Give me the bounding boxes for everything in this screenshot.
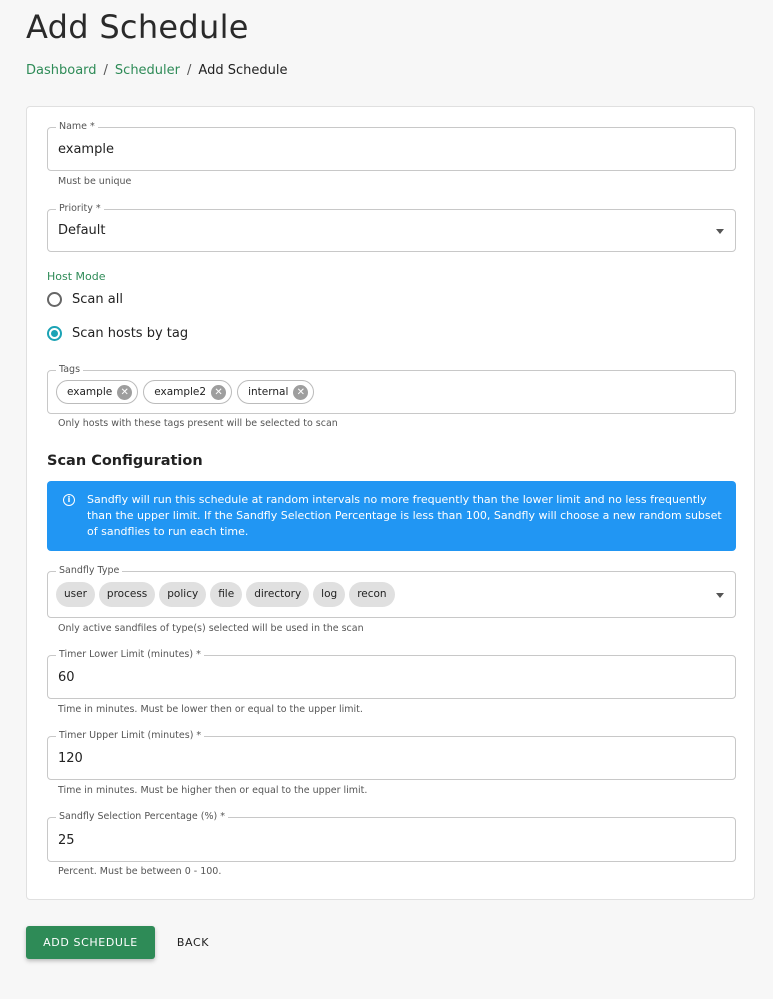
add-schedule-button[interactable]: ADD SCHEDULE xyxy=(26,926,155,959)
sandfly-type-chip[interactable]: log xyxy=(313,582,346,607)
tag-chip[interactable]: internal ✕ xyxy=(237,380,315,404)
timer-lower-helper: Time in minutes. Must be lower then or e… xyxy=(58,704,363,715)
sandfly-type-chip[interactable]: directory xyxy=(246,582,310,607)
back-button[interactable]: BACK xyxy=(168,926,218,959)
info-alert: i Sandfly will run this schedule at rand… xyxy=(47,481,736,551)
dropdown-caret-icon[interactable] xyxy=(716,593,724,598)
sandfly-type-chip[interactable]: recon xyxy=(349,582,395,607)
page-title: Add Schedule xyxy=(26,8,249,46)
tag-chip-label: example xyxy=(67,386,113,398)
name-input[interactable]: Name * example xyxy=(47,121,736,171)
tag-chips: example ✕ example2 ✕ internal ✕ xyxy=(56,380,315,404)
selection-percentage-value[interactable]: 25 xyxy=(58,833,75,848)
name-value[interactable]: example xyxy=(58,142,114,157)
timer-upper-helper: Time in minutes. Must be higher then or … xyxy=(58,785,368,796)
timer-upper-input[interactable]: Timer Upper Limit (minutes) * 120 xyxy=(47,730,736,780)
scan-configuration-heading: Scan Configuration xyxy=(47,453,203,469)
selection-percentage-input[interactable]: Sandfly Selection Percentage (%) * 25 xyxy=(47,811,736,862)
timer-lower-input[interactable]: Timer Lower Limit (minutes) * 60 xyxy=(47,649,736,699)
schedule-form-card: Name * example Must be unique Priority *… xyxy=(26,106,755,900)
radio-checked-icon[interactable] xyxy=(47,326,62,341)
sandfly-type-chip[interactable]: process xyxy=(98,582,156,607)
breadcrumb: Dashboard / Scheduler / Add Schedule xyxy=(26,63,287,78)
timer-lower-label: Timer Lower Limit (minutes) * xyxy=(56,649,204,661)
tags-label: Tags xyxy=(56,364,84,376)
sandfly-type-chip[interactable]: file xyxy=(210,582,243,607)
dropdown-caret-icon[interactable] xyxy=(716,229,724,234)
name-helper: Must be unique xyxy=(58,176,132,187)
radio-scan-by-tag[interactable]: Scan hosts by tag xyxy=(47,326,188,341)
name-label: Name * xyxy=(56,121,98,133)
breadcrumb-dashboard-link[interactable]: Dashboard xyxy=(26,63,97,78)
breadcrumb-current: Add Schedule xyxy=(198,63,288,78)
close-circle-icon[interactable]: ✕ xyxy=(293,384,309,400)
sandfly-type-helper: Only active sandfiles of type(s) selecte… xyxy=(58,623,364,634)
sandfly-type-chips: user process policy file directory log r… xyxy=(56,582,395,607)
priority-label: Priority * xyxy=(56,203,104,215)
tags-helper: Only hosts with these tags present will … xyxy=(58,418,338,429)
info-alert-text: Sandfly will run this schedule at random… xyxy=(87,493,722,538)
timer-lower-value[interactable]: 60 xyxy=(58,670,75,685)
info-icon: i xyxy=(63,494,75,506)
radio-scan-all[interactable]: Scan all xyxy=(47,292,123,307)
sandfly-type-chip[interactable]: policy xyxy=(159,582,207,607)
tags-input[interactable]: Tags example ✕ example2 ✕ internal ✕ xyxy=(47,364,736,414)
radio-scan-by-tag-label: Scan hosts by tag xyxy=(72,326,189,341)
tag-chip-label: internal xyxy=(248,386,289,398)
sandfly-type-select[interactable]: Sandfly Type user process policy file di… xyxy=(47,565,736,618)
tag-chip[interactable]: example2 ✕ xyxy=(143,380,233,404)
breadcrumb-separator: / xyxy=(103,63,108,78)
priority-value: Default xyxy=(58,223,106,238)
host-mode-label: Host Mode xyxy=(47,270,106,283)
priority-select[interactable]: Priority * Default xyxy=(47,203,736,252)
radio-unchecked-icon[interactable] xyxy=(47,292,62,307)
breadcrumb-separator: / xyxy=(187,63,192,78)
close-circle-icon[interactable]: ✕ xyxy=(211,384,227,400)
sandfly-type-label: Sandfly Type xyxy=(56,565,123,577)
timer-upper-value[interactable]: 120 xyxy=(58,751,83,766)
close-circle-icon[interactable]: ✕ xyxy=(117,384,133,400)
radio-scan-all-label: Scan all xyxy=(72,292,123,307)
tag-chip-label: example2 xyxy=(154,386,207,398)
timer-upper-label: Timer Upper Limit (minutes) * xyxy=(56,730,205,742)
breadcrumb-scheduler-link[interactable]: Scheduler xyxy=(115,63,180,78)
selection-percentage-label: Sandfly Selection Percentage (%) * xyxy=(56,811,228,823)
sandfly-type-chip[interactable]: user xyxy=(56,582,95,607)
tag-chip[interactable]: example ✕ xyxy=(56,380,139,404)
selection-percentage-helper: Percent. Must be between 0 - 100. xyxy=(58,866,222,877)
